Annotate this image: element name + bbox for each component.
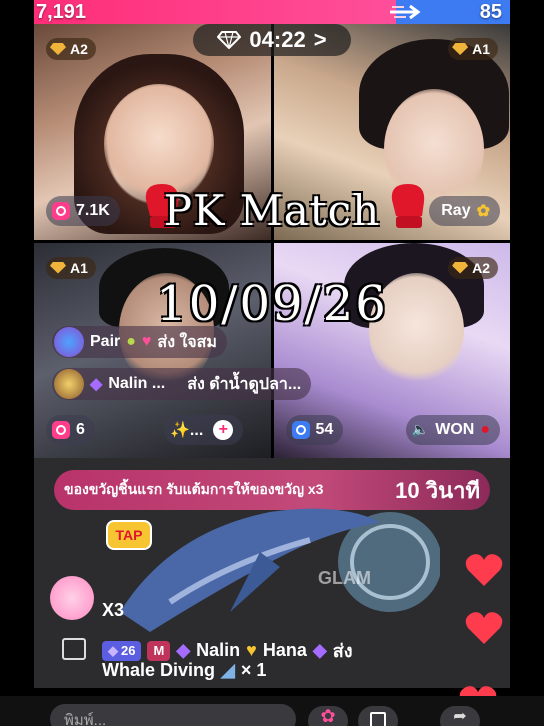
whale-diving-animation bbox=[120, 508, 440, 632]
chat-text: ส่ง ดำน้ำดูปลา... bbox=[187, 375, 302, 393]
pk-match-date: 10/09/26 bbox=[156, 276, 388, 332]
gift-verb: ส่ง bbox=[332, 641, 353, 661]
grape-icon: ◆ bbox=[312, 640, 327, 660]
chat-message[interactable]: ◆ Nalin ... ส่ง ดำน้ำดูปลา... bbox=[52, 368, 312, 400]
won-label: WON bbox=[435, 420, 475, 438]
pk-match-title: PK Match bbox=[163, 186, 381, 235]
diamond-icon bbox=[452, 261, 469, 274]
gift-multiplier: X3 bbox=[102, 600, 125, 620]
grape-icon: ◆ bbox=[90, 376, 103, 393]
heart-icon: ♥ bbox=[141, 333, 152, 350]
grape-icon: ◆ bbox=[176, 640, 191, 660]
yellow-heart-icon: ♥ bbox=[246, 640, 257, 660]
cherry-icon: ● bbox=[480, 420, 490, 438]
score-value: 6 bbox=[76, 420, 85, 438]
gift-sender-avatar[interactable] bbox=[50, 576, 94, 620]
chat-username: Nalin ... bbox=[108, 375, 166, 392]
left-team-score-bar: 7,191 bbox=[34, 0, 396, 24]
rank-badge: A1 bbox=[448, 38, 498, 60]
gift-box-icon[interactable] bbox=[62, 638, 86, 660]
pk-timer[interactable]: 04:22 > bbox=[193, 24, 351, 56]
gift-sender-name: Nalin bbox=[196, 640, 241, 660]
member-badge: M bbox=[147, 640, 171, 661]
rose-gift-button[interactable]: ✿ bbox=[308, 706, 348, 726]
chat-text: ส่ง ใจสม bbox=[157, 333, 217, 351]
gift-count: × 1 bbox=[240, 660, 267, 680]
score-value: 54 bbox=[315, 420, 334, 438]
level-value: 26 bbox=[121, 643, 136, 658]
chat-message[interactable]: Pair ● ♥ ส่ง ใจสม bbox=[52, 326, 227, 358]
camera-icon bbox=[291, 420, 310, 439]
left-team-score: 7,191 bbox=[36, 1, 87, 23]
chevron-right-icon: > bbox=[313, 27, 327, 52]
diamond-icon: ◆ bbox=[108, 642, 118, 658]
score-pill: 54 bbox=[285, 414, 344, 445]
score-divider-arrow-icon bbox=[390, 4, 421, 20]
gift-name: Whale Diving bbox=[102, 660, 216, 680]
chat-username: Pair bbox=[90, 333, 121, 350]
host-tile-4[interactable]: A2 54 🔈 WON ● bbox=[273, 242, 510, 458]
won-pill[interactable]: 🔈 WON ● bbox=[405, 414, 500, 445]
diamond-icon bbox=[217, 31, 242, 49]
pk-score-bar: 7,191 85 bbox=[34, 0, 510, 24]
gift-box-icon bbox=[370, 712, 386, 726]
rank-label: A1 bbox=[472, 41, 490, 57]
right-team-score: 85 bbox=[479, 1, 502, 23]
plus-icon[interactable]: + bbox=[213, 419, 234, 440]
rank-label: A2 bbox=[70, 41, 88, 57]
diamond-icon bbox=[50, 261, 66, 274]
effect-pill[interactable]: ✨... + bbox=[164, 414, 244, 445]
diamond-icon bbox=[50, 43, 66, 55]
gift-watermark: GLAM bbox=[318, 568, 371, 588]
camera-icon bbox=[52, 420, 70, 439]
whale-icon: ◢ bbox=[221, 660, 235, 680]
heart-icon bbox=[465, 554, 503, 586]
gift-button[interactable] bbox=[358, 706, 398, 726]
comment-placeholder: พิมพ์... bbox=[64, 712, 107, 726]
score-pill: 6 bbox=[46, 414, 95, 445]
rank-label: A1 bbox=[70, 259, 88, 276]
diamond-icon bbox=[452, 43, 469, 55]
level-badge: ◆ 26 bbox=[102, 640, 142, 661]
heart-icon bbox=[465, 612, 503, 644]
member-label: M bbox=[153, 643, 165, 658]
avatar bbox=[54, 369, 84, 399]
rank-badge: A2 bbox=[46, 38, 96, 60]
mute-icon[interactable]: 🔈 bbox=[412, 421, 429, 438]
sparkle-label: ✨... bbox=[170, 421, 204, 439]
avatar bbox=[54, 327, 84, 357]
gift-receiver-name: Hana bbox=[262, 640, 307, 660]
rank-label: A2 bbox=[472, 259, 490, 276]
gift-detail-line: Whale Diving ◢ × 1 bbox=[102, 660, 266, 681]
comment-input[interactable]: พิมพ์... bbox=[50, 704, 296, 726]
share-button[interactable]: ➦ bbox=[440, 706, 480, 726]
timer-value: 04:22 bbox=[249, 27, 306, 52]
pear-icon: ● bbox=[126, 333, 136, 350]
